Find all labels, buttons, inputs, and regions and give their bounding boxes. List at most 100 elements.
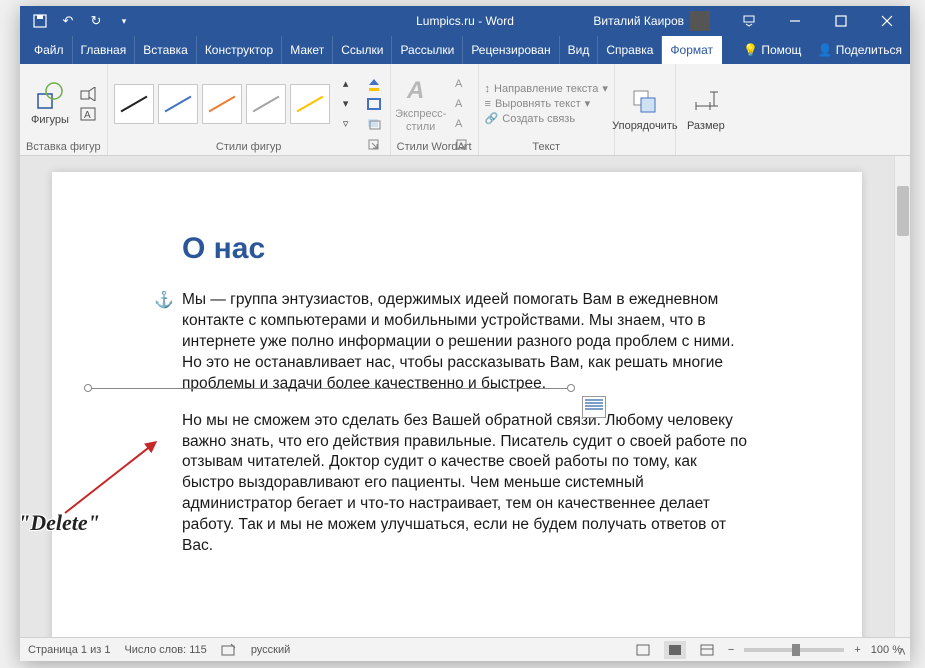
quick-access-toolbar: ↶ ↻ ▾: [20, 9, 136, 33]
document-area: ⚓ О нас Мы — группа энтузиастов, одержим…: [20, 156, 910, 637]
window-controls: [726, 6, 910, 36]
shapes-button[interactable]: Фигуры: [26, 78, 74, 128]
tab-insert[interactable]: Вставка: [135, 36, 197, 64]
shape-styles-launcher-icon[interactable]: [368, 139, 382, 153]
group-arrange: Упорядочить: [615, 64, 676, 155]
text-fill-icon[interactable]: A: [449, 75, 469, 93]
layout-options-icon[interactable]: [582, 396, 606, 418]
page[interactable]: ⚓ О нас Мы — группа энтузиастов, одержим…: [52, 172, 862, 637]
zoom-in-icon[interactable]: +: [854, 644, 860, 656]
shape-fill-icon[interactable]: [364, 75, 384, 93]
app-window: ↶ ↻ ▾ Lumpics.ru - Word Виталий Каиров Ф…: [20, 6, 910, 661]
undo-icon[interactable]: ↶: [56, 9, 80, 33]
tab-view[interactable]: Вид: [560, 36, 599, 64]
tab-references[interactable]: Ссылки: [333, 36, 392, 64]
text-box-icon[interactable]: A: [78, 105, 98, 123]
align-text-label: Выровнять текст: [495, 98, 581, 110]
tell-me-label: Помощ: [761, 43, 801, 57]
ribbon-tabs: Файл Главная Вставка Конструктор Макет С…: [20, 36, 910, 64]
zoom-out-icon[interactable]: −: [728, 644, 734, 656]
paragraph-1: Мы — группа энтузиастов, одержимых идеей…: [182, 290, 752, 395]
style-swatch-3[interactable]: [202, 84, 242, 124]
shape-effects-icon[interactable]: [364, 115, 384, 133]
text-outline-icon[interactable]: A: [449, 95, 469, 113]
group-insert-shapes: Фигуры A Вставка фигур: [20, 64, 108, 155]
share-button[interactable]: 👤 Поделиться: [809, 36, 910, 64]
tab-format[interactable]: Формат: [662, 36, 722, 64]
language-indicator[interactable]: русский: [251, 644, 290, 656]
wordart-label: Экспресс-стили: [395, 108, 446, 132]
tab-layout[interactable]: Макет: [282, 36, 333, 64]
arrange-button[interactable]: Упорядочить: [621, 84, 669, 134]
create-link-button[interactable]: 🔗Создать связь: [485, 112, 608, 125]
heading: О нас: [182, 232, 752, 266]
autosave-icon[interactable]: [28, 9, 52, 33]
group-shape-styles-label: Стили фигур: [114, 139, 384, 153]
zoom-level[interactable]: 100 %: [871, 644, 902, 656]
edit-shape-icon[interactable]: [78, 85, 98, 103]
print-layout-icon[interactable]: [664, 641, 686, 659]
zoom-slider-knob[interactable]: [792, 644, 800, 656]
tab-home[interactable]: Главная: [73, 36, 136, 64]
group-text-label: Текст: [485, 139, 608, 153]
style-swatch-1[interactable]: [114, 84, 154, 124]
user-avatar: [690, 11, 710, 31]
style-swatch-2[interactable]: [158, 84, 198, 124]
tab-file[interactable]: Файл: [26, 36, 73, 64]
close-button[interactable]: [864, 6, 910, 36]
group-arrange-label: [621, 151, 669, 153]
spellcheck-icon[interactable]: [221, 643, 237, 657]
qat-customize-icon[interactable]: ▾: [112, 9, 136, 33]
text-direction-label: Направление текста: [494, 83, 598, 95]
selection-handle-right[interactable]: [567, 384, 575, 392]
text-direction-icon: ↕: [485, 83, 491, 95]
zoom-slider[interactable]: [744, 648, 844, 652]
style-swatch-4[interactable]: [246, 84, 286, 124]
shape-outline-icon[interactable]: [364, 95, 384, 113]
minimize-button[interactable]: [772, 6, 818, 36]
gallery-down-icon[interactable]: ▾: [336, 95, 356, 113]
svg-text:A: A: [406, 77, 424, 104]
wordart-icon: A: [405, 74, 437, 106]
anchor-icon: ⚓: [154, 290, 174, 310]
share-label: Поделиться: [836, 43, 902, 57]
web-layout-icon[interactable]: [696, 641, 718, 659]
text-effects-icon[interactable]: A: [449, 115, 469, 133]
style-swatch-5[interactable]: [290, 84, 330, 124]
text-direction-button[interactable]: ↕Направление текста ▾: [485, 82, 608, 95]
tell-me[interactable]: 💡 Помощ: [735, 36, 809, 64]
page-indicator[interactable]: Страница 1 из 1: [28, 644, 110, 656]
shape-style-gallery[interactable]: [114, 84, 330, 124]
arrange-label: Упорядочить: [612, 120, 677, 132]
group-insert-shapes-label: Вставка фигур: [26, 139, 101, 153]
tab-help[interactable]: Справка: [598, 36, 662, 64]
group-wordart-styles: A Экспресс-стили A A A Стили WordArt: [391, 64, 479, 155]
ribbon-options-icon[interactable]: [726, 6, 772, 36]
shapes-icon: [34, 80, 66, 112]
tab-design[interactable]: Конструктор: [197, 36, 282, 64]
redo-icon[interactable]: ↻: [84, 9, 108, 33]
wordart-quick-styles[interactable]: A Экспресс-стили: [397, 72, 445, 134]
tab-mailings[interactable]: Рассылки: [392, 36, 463, 64]
vertical-scrollbar[interactable]: [894, 156, 910, 637]
focus-mode-icon[interactable]: [632, 641, 654, 659]
collapse-ribbon-icon[interactable]: ˄: [898, 644, 906, 659]
scrollbar-thumb[interactable]: [897, 186, 909, 236]
tab-review[interactable]: Рецензирован: [463, 36, 559, 64]
svg-text:A: A: [84, 110, 91, 121]
user-name: Виталий Каиров: [593, 14, 684, 28]
gallery-up-icon[interactable]: ▴: [336, 75, 356, 93]
gallery-more-icon[interactable]: ▿: [336, 115, 356, 133]
maximize-button[interactable]: [818, 6, 864, 36]
selected-line-shape[interactable]: [88, 388, 570, 389]
group-shape-styles: ▴ ▾ ▿ Стили фигур: [108, 64, 391, 155]
window-title: Lumpics.ru - Word: [416, 14, 514, 28]
group-size-label: [682, 151, 730, 153]
wordart-launcher-icon[interactable]: [456, 139, 470, 153]
user-account[interactable]: Виталий Каиров: [593, 11, 710, 31]
shapes-label: Фигуры: [31, 114, 69, 126]
word-count[interactable]: Число слов: 115: [124, 644, 206, 656]
selection-handle-left[interactable]: [84, 384, 92, 392]
size-button[interactable]: Размер: [682, 84, 730, 134]
align-text-button[interactable]: ≡Выровнять текст ▾: [485, 97, 608, 110]
